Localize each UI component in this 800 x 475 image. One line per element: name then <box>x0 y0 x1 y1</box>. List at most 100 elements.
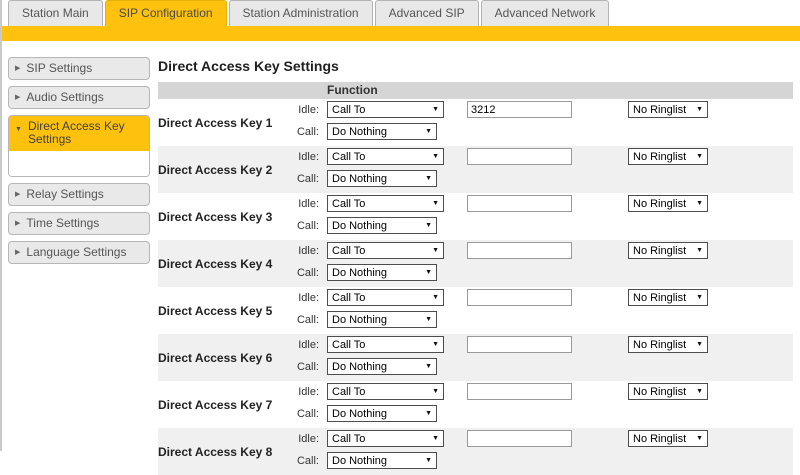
idle-value-input[interactable] <box>467 336 572 353</box>
idle-value-input[interactable] <box>467 430 572 447</box>
idle-label: Idle: <box>158 386 319 398</box>
call-function-select[interactable]: Do Nothing ▼ <box>327 311 437 328</box>
chevron-right-icon: ▶ <box>15 248 20 256</box>
ringlist-select[interactable]: No Ringlist ▼ <box>628 430 708 447</box>
sidebar-item-label: Audio Settings <box>26 90 103 104</box>
dropdown-arrow-icon: ▼ <box>425 457 432 464</box>
table-row: Direct Access Key 7 Idle: Call To ▼ No R… <box>158 381 793 428</box>
sidebar-item-audio-settings[interactable]: ▶ Audio Settings <box>8 86 150 109</box>
idle-function-select[interactable]: Call To ▼ <box>327 289 444 306</box>
call-function-value: Do Nothing <box>332 361 387 373</box>
call-label: Call: <box>158 126 319 138</box>
call-function-value: Do Nothing <box>332 267 387 279</box>
sidebar-item-label: Direct Access Key Settings <box>28 120 143 146</box>
dropdown-arrow-icon: ▼ <box>425 410 432 417</box>
table-row: Direct Access Key 1 Idle: Call To ▼ No R… <box>158 99 793 146</box>
page-left-border <box>0 0 2 451</box>
sidebar-item-label: Relay Settings <box>26 187 103 201</box>
idle-function-value: Call To <box>332 104 365 116</box>
idle-label: Idle: <box>158 104 319 116</box>
table-rows: Direct Access Key 1 Idle: Call To ▼ No R… <box>158 99 793 475</box>
tab-advanced-sip[interactable]: Advanced SIP <box>375 0 479 26</box>
idle-value-input[interactable] <box>467 195 572 212</box>
tab-advanced-network[interactable]: Advanced Network <box>481 0 610 26</box>
idle-value-input[interactable] <box>467 289 572 306</box>
dropdown-arrow-icon: ▼ <box>425 316 432 323</box>
dropdown-arrow-icon: ▼ <box>696 388 703 395</box>
sidebar-item-relay-settings[interactable]: ▶ Relay Settings <box>8 183 150 206</box>
call-function-select[interactable]: Do Nothing ▼ <box>327 264 437 281</box>
idle-function-select[interactable]: Call To ▼ <box>327 383 444 400</box>
ringlist-select[interactable]: No Ringlist ▼ <box>628 383 708 400</box>
idle-function-select[interactable]: Call To ▼ <box>327 430 444 447</box>
idle-function-select[interactable]: Call To ▼ <box>327 148 444 165</box>
call-function-select[interactable]: Do Nothing ▼ <box>327 217 437 234</box>
sidebar-item-sip-settings[interactable]: ▶ SIP Settings <box>8 57 150 80</box>
ringlist-select[interactable]: No Ringlist ▼ <box>628 289 708 306</box>
idle-function-select[interactable]: Call To ▼ <box>327 336 444 353</box>
tab-station-administration[interactable]: Station Administration <box>229 0 373 26</box>
call-function-select[interactable]: Do Nothing ▼ <box>327 170 437 187</box>
ringlist-value: No Ringlist <box>633 386 686 398</box>
ringlist-select[interactable]: No Ringlist ▼ <box>628 242 708 259</box>
idle-value-input[interactable] <box>467 148 572 165</box>
dropdown-arrow-icon: ▼ <box>696 106 703 113</box>
dropdown-arrow-icon: ▼ <box>696 294 703 301</box>
dropdown-arrow-icon: ▼ <box>425 222 432 229</box>
ringlist-select[interactable]: No Ringlist ▼ <box>628 101 708 118</box>
idle-function-value: Call To <box>332 339 365 351</box>
dropdown-arrow-icon: ▼ <box>425 175 432 182</box>
call-function-select[interactable]: Do Nothing ▼ <box>327 358 437 375</box>
idle-label: Idle: <box>158 198 319 210</box>
table-row: Direct Access Key 6 Idle: Call To ▼ No R… <box>158 334 793 381</box>
chevron-right-icon: ▶ <box>15 219 20 227</box>
call-function-select[interactable]: Do Nothing ▼ <box>327 452 437 469</box>
tab-sip-configuration[interactable]: SIP Configuration <box>105 0 227 26</box>
tab-station-main[interactable]: Station Main <box>8 0 103 26</box>
accent-bar <box>0 26 800 41</box>
sidebar-item-language-settings[interactable]: ▶ Language Settings <box>8 241 150 264</box>
call-function-value: Do Nothing <box>332 126 387 138</box>
dropdown-arrow-icon: ▼ <box>432 200 439 207</box>
call-label: Call: <box>158 408 319 420</box>
idle-value-input[interactable] <box>467 242 572 259</box>
call-label: Call: <box>158 314 319 326</box>
main-content: Direct Access Key Settings Function Dire… <box>158 44 793 475</box>
dropdown-arrow-icon: ▼ <box>432 153 439 160</box>
page-title: Direct Access Key Settings <box>158 58 793 74</box>
ringlist-value: No Ringlist <box>633 292 686 304</box>
ringlist-select[interactable]: No Ringlist ▼ <box>628 336 708 353</box>
table-row: Direct Access Key 3 Idle: Call To ▼ No R… <box>158 193 793 240</box>
ringlist-value: No Ringlist <box>633 245 686 257</box>
idle-function-select[interactable]: Call To ▼ <box>327 195 444 212</box>
idle-function-select[interactable]: Call To ▼ <box>327 101 444 118</box>
call-function-value: Do Nothing <box>332 408 387 420</box>
call-function-value: Do Nothing <box>332 220 387 232</box>
ringlist-select[interactable]: No Ringlist ▼ <box>628 148 708 165</box>
dropdown-arrow-icon: ▼ <box>432 294 439 301</box>
table-row: Direct Access Key 8 Idle: Call To ▼ No R… <box>158 428 793 475</box>
call-function-select[interactable]: Do Nothing ▼ <box>327 405 437 422</box>
sidebar-expanded-section: ▼ Direct Access Key Settings <box>8 115 150 177</box>
call-function-value: Do Nothing <box>332 314 387 326</box>
dropdown-arrow-icon: ▼ <box>432 341 439 348</box>
idle-value-input[interactable] <box>467 101 572 118</box>
table-row: Direct Access Key 2 Idle: Call To ▼ No R… <box>158 146 793 193</box>
idle-function-value: Call To <box>332 245 365 257</box>
idle-label: Idle: <box>158 339 319 351</box>
call-function-select[interactable]: Do Nothing ▼ <box>327 123 437 140</box>
sidebar-item-direct-access-key-settings[interactable]: ▼ Direct Access Key Settings <box>9 116 149 151</box>
sidebar-item-label: Time Settings <box>26 216 99 230</box>
idle-value-input[interactable] <box>467 383 572 400</box>
dropdown-arrow-icon: ▼ <box>432 388 439 395</box>
idle-function-select[interactable]: Call To ▼ <box>327 242 444 259</box>
sidebar-item-time-settings[interactable]: ▶ Time Settings <box>8 212 150 235</box>
idle-function-value: Call To <box>332 151 365 163</box>
ringlist-value: No Ringlist <box>633 104 686 116</box>
dropdown-arrow-icon: ▼ <box>696 435 703 442</box>
call-function-value: Do Nothing <box>332 173 387 185</box>
call-label: Call: <box>158 220 319 232</box>
ringlist-value: No Ringlist <box>633 151 686 163</box>
dropdown-arrow-icon: ▼ <box>425 269 432 276</box>
ringlist-select[interactable]: No Ringlist ▼ <box>628 195 708 212</box>
